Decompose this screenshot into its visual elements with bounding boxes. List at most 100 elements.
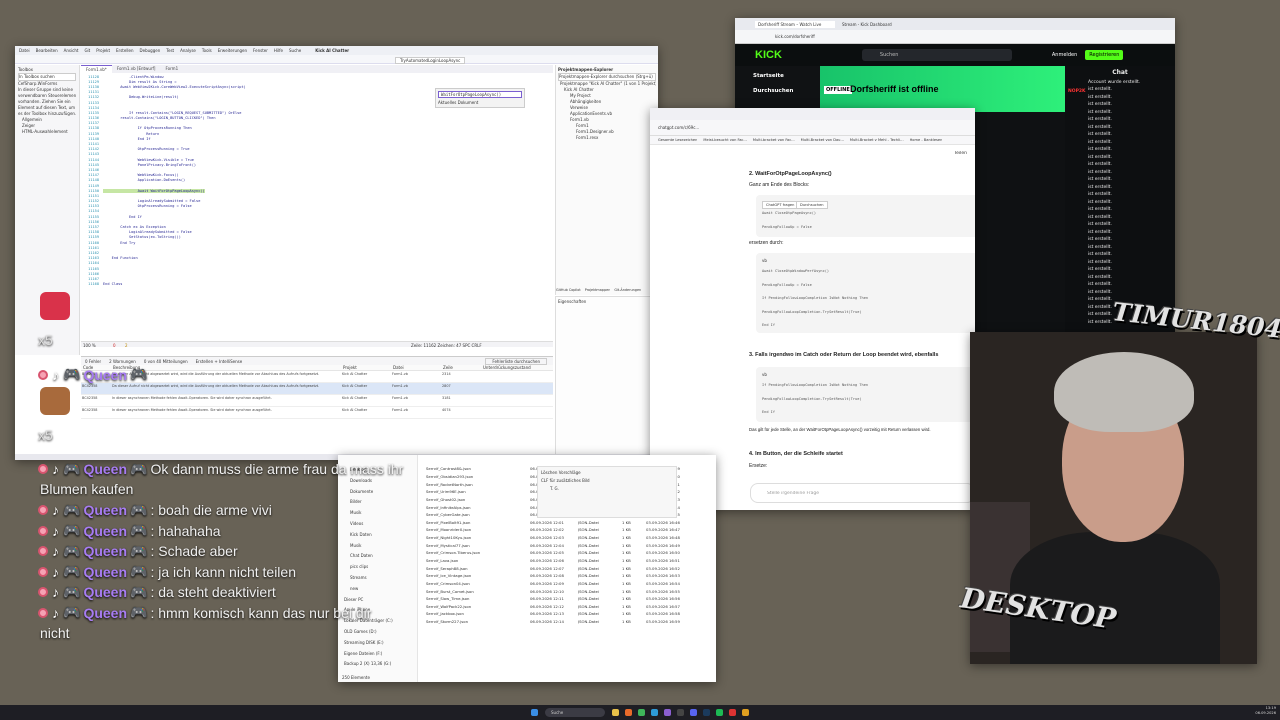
- vs-menu-item[interactable]: Bearbeiten: [36, 48, 58, 53]
- kick-register-button[interactable]: Registrieren: [1085, 50, 1124, 60]
- app2-icon[interactable]: [742, 709, 749, 716]
- bookmark-item[interactable]: Multi-Bracket v Mehl - Techli...: [850, 138, 904, 142]
- find-scope[interactable]: Aktuelles Dokument: [438, 100, 522, 105]
- chrome-icon[interactable]: [638, 709, 645, 716]
- spotify-icon[interactable]: [716, 709, 723, 716]
- kick-address-bar[interactable]: kick.com/dorfsheriff: [735, 30, 1175, 44]
- vs-menu-item[interactable]: Hilfe: [274, 48, 283, 53]
- chat-message: ♪ 🎮 Queen 🎮: hahahaha: [38, 522, 221, 539]
- line-number: 11148: [88, 178, 99, 183]
- tab-kick-dashboard[interactable]: Stream - Kick Dashboard: [839, 21, 919, 28]
- kick-chat-message: ist erstellt.: [1088, 132, 1112, 137]
- kick-chat-message: Account wurde erstellt.: [1088, 79, 1141, 85]
- chat-username[interactable]: Queen: [83, 564, 127, 580]
- solution-tab[interactable]: GitHub Copilot: [556, 287, 581, 293]
- file-date: 06.09.2026 12:04: [530, 542, 564, 548]
- emote-multiplier: x5: [38, 332, 53, 348]
- chat-username[interactable]: Queen: [83, 605, 127, 621]
- vs-find-widget[interactable]: WaitForOtpPageLoopAsync() Aktuelles Doku…: [435, 88, 525, 108]
- firefox-icon[interactable]: [625, 709, 632, 716]
- chat-username[interactable]: Queen: [83, 502, 127, 518]
- code-action-button[interactable]: ChatGPT fragen: [762, 201, 799, 209]
- explorer-nav-item[interactable]: Backup 2 (X) 13,36 (G:): [342, 659, 413, 670]
- gpt-address-bar[interactable]: chatgpt.com/c/69c...: [650, 120, 975, 136]
- explorer-icon[interactable]: [612, 709, 619, 716]
- vs-menu-item[interactable]: Git: [84, 48, 90, 53]
- edge-icon[interactable]: [651, 709, 658, 716]
- bookmark-item[interactable]: Meist-besucht von Fac...: [703, 138, 746, 142]
- bookmark-item[interactable]: Gesamte Lesezeichen: [658, 138, 697, 142]
- obs-icon[interactable]: [677, 709, 684, 716]
- explorer-nav-item[interactable]: Streaming DISK (E:): [342, 638, 413, 649]
- editor-tab[interactable]: Form1: [161, 65, 184, 73]
- kick-sidebar-home[interactable]: Startseite: [753, 73, 820, 79]
- code-action-button[interactable]: Durchsuchen: [796, 201, 828, 209]
- file-mod: 03.09.2026 16:46: [646, 519, 680, 525]
- vs-menu-item[interactable]: Fenster: [253, 48, 268, 53]
- sub-badge-icon: [38, 369, 48, 380]
- gpt-prompt-input[interactable]: Stelle irgendeine Frage: [750, 483, 975, 503]
- vs-menu-item[interactable]: Datei: [19, 48, 30, 53]
- discord-icon[interactable]: [690, 709, 697, 716]
- bookmark-item[interactable]: Home - Banklesen: [910, 138, 943, 142]
- steam-icon[interactable]: [703, 709, 710, 716]
- file-size: 1 KB: [622, 619, 631, 625]
- bookmark-item[interactable]: Multi-Bracket von Dau...: [801, 138, 844, 142]
- chat-username[interactable]: Queen: [83, 461, 127, 477]
- find-input[interactable]: WaitForOtpPageLoopAsync(): [438, 91, 522, 98]
- vs-menu-item[interactable]: Ansicht: [64, 48, 79, 53]
- vs-menu-item[interactable]: Tools: [202, 48, 212, 53]
- taskbar-search[interactable]: Suche: [545, 708, 605, 717]
- kick-login-button[interactable]: Anmelden: [1052, 52, 1077, 58]
- vs-menu-item[interactable]: Debuggen: [140, 48, 161, 53]
- file-mod: 03.09.2026 16:55: [646, 588, 680, 594]
- solution-search[interactable]: Projektmappen-Explorer durchsuchen (Strg…: [558, 73, 656, 81]
- file-type: JSON-Datei: [578, 527, 599, 533]
- line-number: 11160: [88, 240, 99, 245]
- explorer-nav-item[interactable]: Eigene Dateien (F:): [342, 649, 413, 660]
- vs-menu-item[interactable]: Erweiterungen: [218, 48, 247, 53]
- start-icon[interactable]: [531, 709, 538, 716]
- gamepad-icon: 🎮: [130, 563, 148, 579]
- kick-chat-message: ist erstellt.: [1088, 252, 1112, 257]
- vs-menu-item[interactable]: Erstellen: [116, 48, 134, 53]
- dialog-user[interactable]: T. G.: [550, 486, 673, 491]
- toolbox-search[interactable]: In Toolbox suchen: [18, 73, 76, 81]
- kick-url[interactable]: kick.com/dorfsheriff: [775, 34, 815, 39]
- vs-method-dropdown[interactable]: TryAutomatedLoginLoopAsync: [395, 57, 466, 64]
- editor-tab[interactable]: Form1.vb*: [81, 65, 112, 73]
- error-column-header[interactable]: Unterdrückungszustand: [481, 365, 551, 370]
- chat-username[interactable]: Queen: [83, 584, 127, 600]
- kick-logo[interactable]: KICK: [755, 49, 782, 61]
- kick-chat-user[interactable]: NOP2K: [1068, 88, 1086, 96]
- file-row[interactable]: Serrvif_Jackbox.json 06.09.2026 12:13 JSON…: [426, 610, 716, 618]
- vs-menu-item[interactable]: Analyse: [180, 48, 196, 53]
- chat-username[interactable]: Queen: [83, 543, 127, 559]
- file-row[interactable]: Serrvif_Storm227.json 06.09.2026 12:14 JSO…: [426, 618, 716, 626]
- visual-studio-icon[interactable]: [664, 709, 671, 716]
- solution-tab[interactable]: Projektmappen: [585, 287, 611, 293]
- error-list-search[interactable]: Fehlerliste durchsuchen: [485, 357, 547, 365]
- vs-menu-item[interactable]: Projekt: [96, 48, 110, 53]
- gpt-url[interactable]: chatgpt.com/c/69c...: [658, 125, 699, 130]
- gpt-share-button[interactable]: Teilen: [954, 151, 967, 156]
- solution-item[interactable]: Form1.resx: [558, 135, 656, 141]
- editor-tab[interactable]: Form1.vb [Entwurf]: [112, 65, 161, 73]
- taskbar-clock[interactable]: 13:19 06.09.2026: [1255, 706, 1276, 716]
- toolbox-item[interactable]: HTML-Auswahlelement: [18, 129, 76, 135]
- chat-username[interactable]: Queen: [83, 523, 127, 539]
- gpt-paragraph-2: ersetzen durch:: [749, 240, 784, 246]
- chat-username[interactable]: Queen: [83, 367, 127, 383]
- explorer-nav-item[interactable]: OLD Games (D:): [342, 627, 413, 638]
- line-number: 11132: [88, 95, 99, 100]
- chat-message: ♪ 🎮 Queen 🎮: da steht deaktiviert: [38, 584, 276, 601]
- tab-kick-stream[interactable]: Dorfsheriff Stream – Watch Live: [755, 20, 835, 28]
- kick-sidebar-browse[interactable]: Durchsuchen: [753, 88, 820, 94]
- solution-tab[interactable]: Git-Änderungen: [614, 287, 641, 293]
- bookmark-item[interactable]: Multi-bracket von Fac...: [753, 138, 795, 142]
- kick-chat-message: ist erstellt.: [1088, 199, 1112, 205]
- app-icon[interactable]: [729, 709, 736, 716]
- kick-search-input[interactable]: Suchen: [861, 49, 1012, 61]
- vs-menu-item[interactable]: Test: [166, 48, 174, 53]
- vs-menu-item[interactable]: Suche: [289, 48, 301, 53]
